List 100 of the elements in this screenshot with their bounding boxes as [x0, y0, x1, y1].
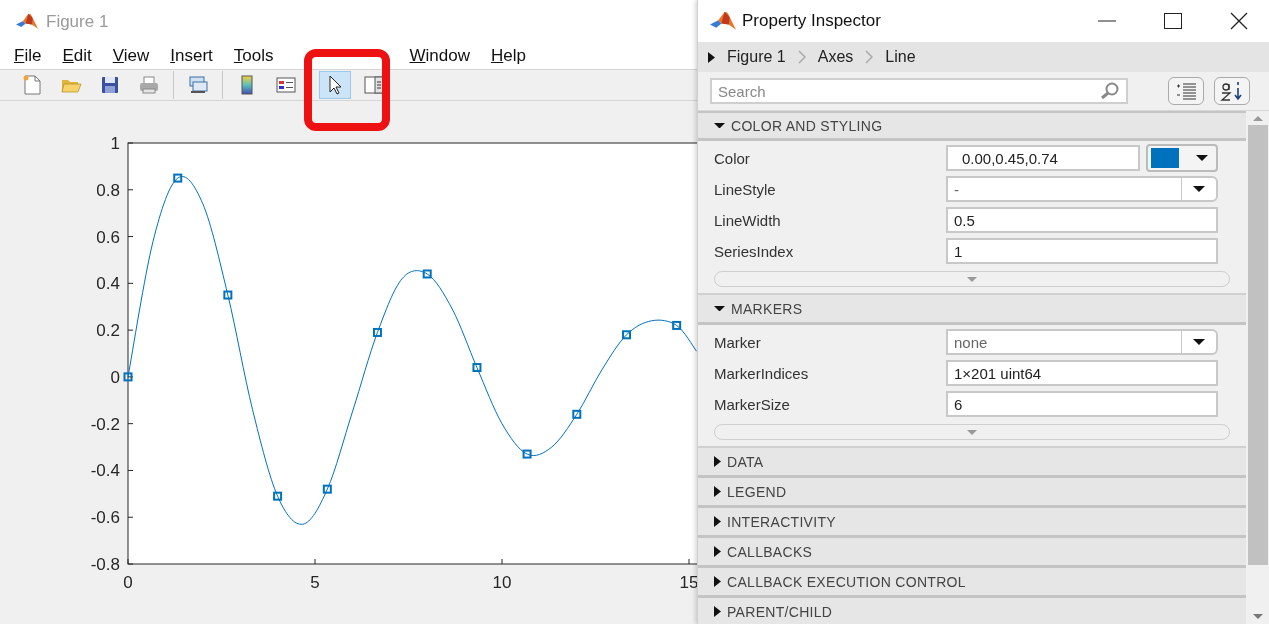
caret-icon	[1193, 186, 1205, 192]
menu-item[interactable]: View	[112, 46, 150, 67]
data-marker	[173, 173, 183, 183]
section-title: DATA	[727, 453, 764, 470]
sort-button[interactable]	[1214, 77, 1250, 105]
section-header[interactable]: CALLBACKS	[698, 538, 1246, 568]
expand-arrow-icon[interactable]	[714, 546, 721, 557]
section-header[interactable]: MARKERS	[698, 295, 1246, 325]
expand-arrow-icon[interactable]	[714, 516, 721, 527]
y-tick-label: 0	[110, 367, 120, 387]
property-name: LineStyle	[714, 180, 777, 198]
data-marker	[223, 290, 233, 300]
data-marker	[123, 372, 133, 382]
property-name: LineWidth	[714, 211, 782, 229]
expand-arrow-icon[interactable]	[708, 51, 715, 63]
collapse-arrow-icon	[714, 305, 725, 312]
expand-arrow-icon[interactable]	[714, 456, 721, 467]
expand-arrow-icon	[967, 429, 977, 435]
search-icon	[1100, 82, 1120, 100]
y-tick-label: 0.6	[96, 227, 120, 247]
data-marker	[572, 409, 582, 419]
panel-icon[interactable]	[363, 74, 385, 97]
section-header[interactable]: DATA	[698, 448, 1246, 478]
section-header[interactable]: COLOR AND STYLING	[698, 111, 1246, 141]
section-title: CALLBACKS	[727, 543, 813, 560]
expand-arrow-icon[interactable]	[714, 576, 721, 587]
menu-item[interactable]: Help	[490, 46, 526, 67]
y-tick-label: -0.4	[90, 461, 120, 481]
x-tick-label: 0	[123, 573, 133, 592]
menu-item[interactable]: Insert	[170, 46, 213, 67]
printer-icon[interactable]	[138, 74, 160, 97]
chevron-icon	[797, 50, 806, 64]
search-field[interactable]: Search	[710, 78, 1128, 104]
section-title: COLOR AND STYLING	[731, 117, 883, 134]
logo-icon	[16, 13, 38, 31]
data-marker	[322, 484, 332, 494]
maximize-icon	[1164, 13, 1182, 29]
caret-icon	[1196, 155, 1208, 161]
expand-arrow-icon[interactable]	[714, 606, 721, 617]
collapse-arrow-icon	[714, 122, 725, 129]
expand-arrow-icon	[967, 276, 977, 282]
expand-arrow-icon[interactable]	[714, 486, 721, 497]
menu-item[interactable]: Window	[409, 46, 470, 67]
y-tick-label: 0.8	[96, 180, 120, 200]
value-field[interactable]: 1×201 uint64	[946, 360, 1218, 386]
minimize-icon	[1098, 20, 1116, 22]
property-name: MarkerIndices	[714, 364, 810, 382]
toolbar-button[interactable]	[319, 71, 351, 100]
color-picker-button[interactable]	[1146, 144, 1218, 172]
y-tick-label: 0.2	[96, 321, 120, 341]
breadcrumb-item[interactable]: Line	[885, 48, 916, 66]
value-field[interactable]: 6	[946, 391, 1218, 417]
y-tick-label: -0.2	[90, 414, 120, 434]
property-name: Marker	[714, 333, 762, 351]
section-header[interactable]: INTERACTIVITY	[698, 508, 1246, 538]
scrollbar-thumb[interactable]	[1247, 125, 1268, 565]
menu-item[interactable]: Tools	[233, 46, 274, 67]
window-title: Figure 1	[46, 11, 109, 32]
group-view-button[interactable]	[1168, 77, 1204, 105]
y-tick-label: -0.8	[90, 555, 120, 574]
value-field[interactable]: 0.5	[946, 207, 1218, 233]
list-icon	[1175, 82, 1197, 100]
y-tick-label: 0.4	[96, 274, 120, 294]
x-tick-label: 10	[492, 573, 512, 592]
y-tick-label: 1	[110, 134, 120, 153]
chevron-icon	[865, 50, 874, 64]
logo-icon	[710, 10, 736, 32]
data-marker	[422, 269, 432, 279]
data-marker	[522, 449, 532, 459]
dropdown[interactable]: -	[946, 176, 1218, 202]
data-marker	[372, 327, 382, 337]
breadcrumb-item[interactable]: Axes	[817, 48, 854, 66]
value-field[interactable]: 0.00,0.45,0.74	[946, 145, 1140, 171]
data-marker	[622, 330, 632, 340]
sort-alphabetical-icon	[1220, 81, 1244, 101]
section-title: PARENT/CHILD	[727, 603, 833, 620]
property-name: SeriesIndex	[714, 242, 795, 260]
close-icon	[1230, 12, 1248, 30]
window-title: Property Inspector	[742, 11, 882, 31]
section-title: LEGEND	[727, 483, 787, 500]
property-name: MarkerSize	[714, 395, 791, 413]
value-field[interactable]: 1	[946, 238, 1218, 264]
data-marker	[472, 363, 482, 373]
section-header[interactable]: LEGEND	[698, 478, 1246, 508]
menu-item[interactable]: Edit	[62, 46, 92, 67]
x-tick-label: 5	[310, 573, 320, 592]
data-marker	[672, 320, 682, 330]
section-title: CALLBACK EXECUTION CONTROL	[727, 573, 966, 590]
y-tick-label: -0.6	[90, 508, 120, 528]
section-header[interactable]: CALLBACK EXECUTION CONTROL	[698, 568, 1246, 598]
section-title: MARKERS	[731, 300, 803, 317]
property-name: Color	[714, 149, 751, 167]
data-marker	[273, 491, 283, 501]
caret-icon	[1193, 339, 1205, 345]
menu-item[interactable]: File	[14, 46, 42, 67]
section-header[interactable]: PARENT/CHILD	[698, 598, 1246, 624]
dropdown[interactable]: none	[946, 329, 1218, 355]
section-title: INTERACTIVITY	[727, 513, 836, 530]
breadcrumb-item[interactable]: Figure 1	[727, 48, 786, 66]
x-tick-label: 15	[679, 573, 699, 592]
